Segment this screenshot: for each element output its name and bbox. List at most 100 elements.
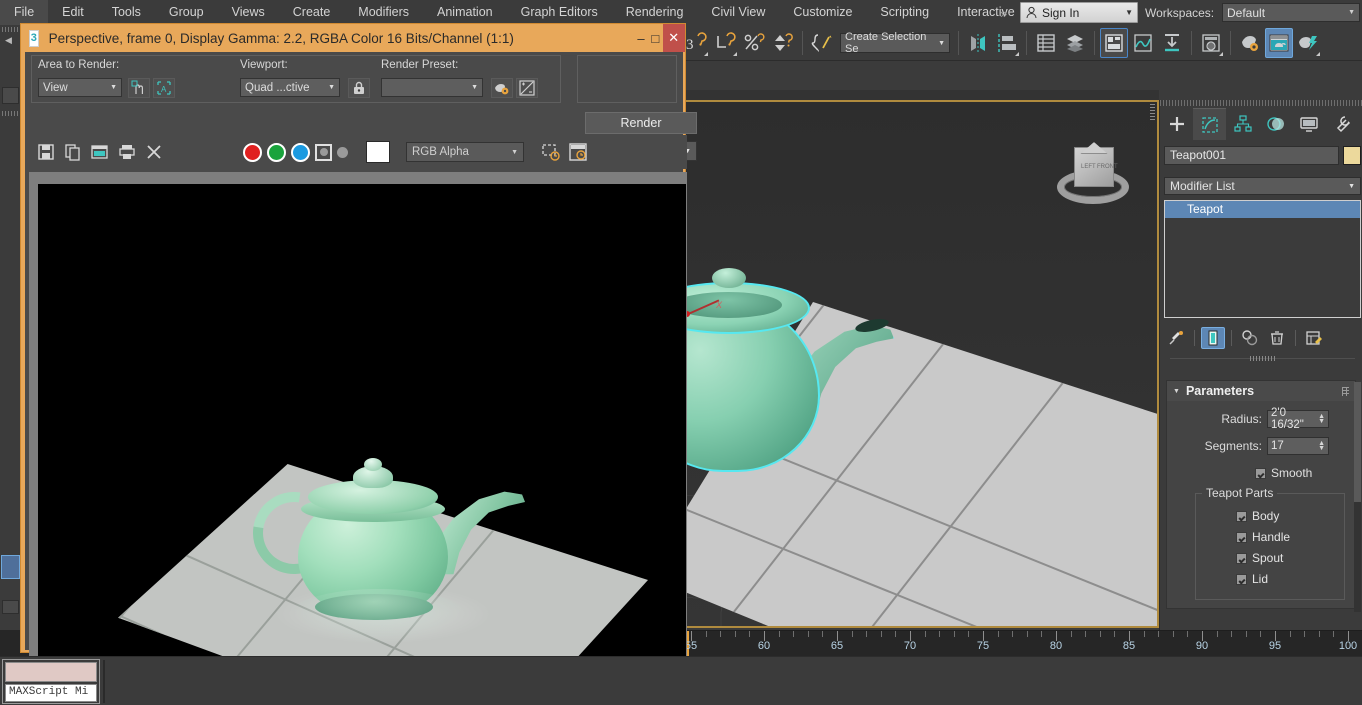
viewport-select[interactable]: Quad ...ctive ▼ [240,78,340,97]
left-tool-button-active[interactable] [1,555,20,579]
remove-modifier-icon[interactable] [1265,327,1289,349]
area-to-render-select[interactable]: View ▼ [38,78,122,97]
material-editor-icon[interactable] [1197,28,1225,58]
align-icon[interactable] [993,28,1021,58]
edit-region-icon[interactable] [128,78,150,98]
curve-editor-icon[interactable] [1129,28,1157,58]
render-image-area[interactable] [29,172,687,678]
modifier-list-dropdown[interactable]: Modifier List ▼ [1164,177,1361,195]
spinner-arrows-icon[interactable]: ▲ ▼ [1318,440,1325,452]
quick-render-icon[interactable] [1294,28,1322,58]
rendered-frame-window[interactable]: 3 Perspective, frame 0, Display Gamma: 2… [20,23,697,678]
object-name-field[interactable]: Teapot001 [1164,146,1339,165]
menu-views[interactable]: Views [218,0,279,25]
object-color-swatch[interactable] [1343,146,1361,165]
toolbar-grip[interactable] [2,27,18,32]
rendered-frame-window-icon[interactable] [1265,28,1293,58]
menu-file[interactable]: File [0,0,49,25]
mono-channel-toggle[interactable] [337,146,348,158]
menu-modifiers[interactable]: Modifiers [344,0,423,25]
lock-viewport-icon[interactable] [348,78,370,98]
perspective-viewport[interactable]: X LEFT FRONT [683,100,1159,628]
render-button[interactable]: Render [585,112,697,134]
spinner-arrows-icon[interactable]: ▲ ▼ [1318,413,1325,425]
show-end-result-icon[interactable] [1201,327,1225,349]
smooth-checkbox[interactable] [1255,467,1266,479]
layer-explorer-icon[interactable] [1032,28,1060,58]
smooth-checkbox-row[interactable]: Smooth [1167,466,1355,480]
sign-in-button[interactable]: Sign In ▼ [1020,2,1138,23]
timeline-ruler[interactable]: 55 60 65 70 75 80 85 90 95 100 [683,630,1362,657]
enable-red-channel-icon[interactable] [567,141,589,163]
render-preset-select[interactable]: ▼ [381,78,483,97]
scene-layers-icon[interactable] [1061,28,1089,58]
modifier-stack[interactable]: Teapot [1164,200,1361,318]
minimize-button[interactable]: – [634,24,648,52]
teapot-object[interactable] [685,242,930,502]
menu-scripting[interactable]: Scripting [866,0,943,25]
render-setup-icon[interactable] [1236,28,1264,58]
alpha-channel-toggle[interactable] [315,143,332,161]
workspace-select[interactable]: Default ▼ [1222,3,1360,22]
checkbox-spout[interactable] [1236,552,1247,564]
viewport-grip[interactable] [1150,104,1155,120]
command-panel-grip[interactable] [1160,100,1362,106]
make-unique-icon[interactable] [1238,327,1262,349]
menu-customize[interactable]: Customize [779,0,866,25]
render-setup-icon[interactable] [491,78,513,98]
named-selection-set-field[interactable]: Create Selection Se ▼ [840,31,950,55]
clone-window-icon[interactable] [89,141,111,163]
pin-stack-icon[interactable] [1164,327,1188,349]
teapot-part-row[interactable]: Body [1236,509,1344,523]
tab-motion[interactable] [1259,108,1292,140]
maxscript-output-pane[interactable] [5,662,97,682]
rendered-image[interactable] [38,184,686,670]
tab-display[interactable] [1292,108,1325,140]
menu-create[interactable]: Create [279,0,345,25]
modifier-stack-item[interactable]: Teapot [1165,201,1360,218]
menu-interactive[interactable]: Interactive [943,0,1029,25]
tab-hierarchy[interactable] [1226,108,1259,140]
print-image-icon[interactable] [116,141,138,163]
close-button[interactable]: ✕ [662,24,685,52]
menu-group[interactable]: Group [155,0,218,25]
toolbar-grip-2[interactable] [2,111,18,116]
toggle-scene-explorer-icon[interactable] [1100,28,1128,58]
checkbox-handle[interactable] [1236,531,1247,543]
chevron-left-icon[interactable]: ◀ [5,35,12,46]
configure-modifier-sets-icon[interactable] [1302,327,1326,349]
left-tool-button-1[interactable] [2,87,19,104]
menu-overflow-chevron[interactable]: » [1000,6,1007,21]
tab-create[interactable] [1160,108,1193,140]
blue-channel-toggle[interactable] [291,142,310,162]
teapot-part-row[interactable]: Lid [1236,572,1344,586]
transform-gizmo[interactable]: X [685,299,726,330]
copy-image-icon[interactable] [62,141,84,163]
angle-snap-toggle-icon[interactable]: 3 [682,28,710,58]
maxscript-input[interactable]: MAXScript Mi [5,684,97,702]
view-cube[interactable]: LEFT FRONT [1053,140,1133,212]
tab-modify[interactable] [1193,108,1226,140]
mirror-icon[interactable] [964,28,992,58]
checkbox-lid[interactable] [1236,573,1247,585]
maximize-button[interactable]: □ [648,24,662,52]
exposure-control-icon[interactable] [516,78,538,98]
rollout-header[interactable]: ▼ Parameters [1167,381,1355,401]
channel-select[interactable]: RGB Alpha ▼ [406,142,524,162]
menu-animation[interactable]: Animation [423,0,507,25]
tab-utilities[interactable] [1325,108,1358,140]
segments-spinner[interactable]: 17 ▲ ▼ [1267,437,1329,455]
chevron-down-icon[interactable]: ▼ [1125,8,1133,17]
scrollbar-thumb[interactable] [1354,382,1361,502]
named-selection-set-icon[interactable] [808,28,836,58]
command-panel-scrollbar[interactable] [1354,382,1361,612]
checkbox-body[interactable] [1236,510,1247,522]
render-window-titlebar[interactable]: 3 Perspective, frame 0, Display Gamma: 2… [21,24,685,52]
spinner-snap-icon[interactable] [769,28,797,58]
clear-image-icon[interactable] [143,141,165,163]
left-tool-button-2[interactable] [2,600,19,614]
save-image-icon[interactable] [35,141,57,163]
maxscript-mini-listener[interactable]: MAXScript Mi [2,659,100,704]
green-channel-toggle[interactable] [267,142,286,162]
menu-rendering[interactable]: Rendering [612,0,698,25]
